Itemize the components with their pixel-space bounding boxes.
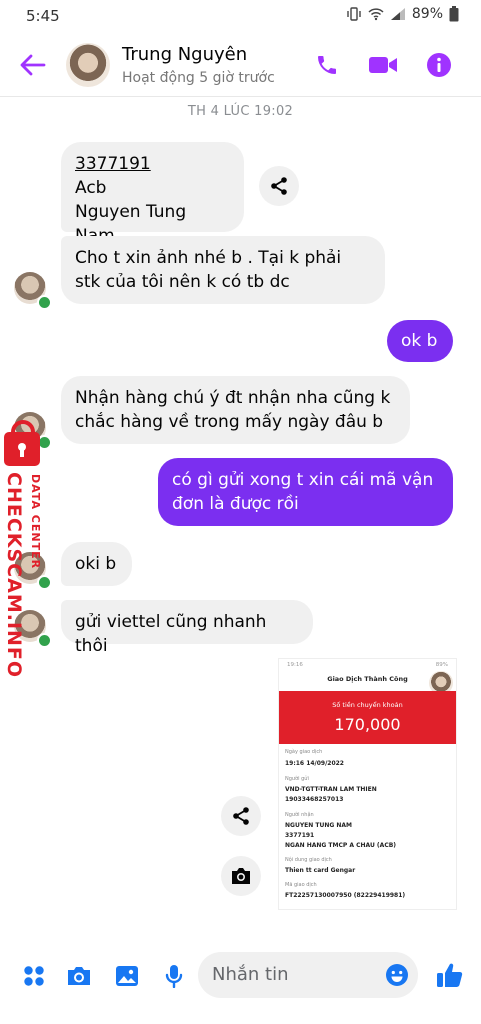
- signal-icon: [390, 8, 405, 20]
- thumbs-up-icon[interactable]: [434, 958, 466, 992]
- field-label: Người gửi: [285, 776, 309, 782]
- field-value: 19033468257013: [285, 796, 344, 803]
- field-label: Ngày giao dịch: [285, 749, 323, 755]
- message-bubble-incoming[interactable]: Nhận hàng chú ý đt nhận nha cũng k chắc …: [61, 376, 410, 444]
- message-text: gửi viettel cũng nhanh thôi: [75, 612, 267, 656]
- field-value: NGAN HANG TMCP A CHAU (ACB): [285, 842, 397, 849]
- status-time: 5:45: [26, 7, 60, 25]
- message-bubble-incoming[interactable]: oki b: [61, 542, 132, 586]
- lock-icon: [4, 420, 40, 466]
- share-icon: [271, 177, 287, 195]
- field-value: VND-TGTT-TRAN LAM THIEN: [285, 786, 377, 793]
- watermark: DATA CENTER CHECKSCAM.INFO: [0, 420, 52, 678]
- field-value: NGUYEN TUNG NAM: [285, 822, 353, 829]
- info-icon[interactable]: [424, 50, 454, 80]
- camera-reply-button[interactable]: [221, 856, 261, 896]
- contact-activity-status: Hoạt động 5 giờ trước: [122, 70, 275, 86]
- message-input-placeholder: Nhắn tin: [212, 964, 289, 985]
- video-call-icon[interactable]: [366, 50, 400, 80]
- phone-call-icon[interactable]: [312, 50, 342, 80]
- conversation-timestamp: TH 4 LÚC 19:02: [187, 104, 294, 119]
- microphone-icon[interactable]: [160, 962, 188, 990]
- receipt-status-time: 19:16: [287, 662, 303, 668]
- battery-percent: 89%: [411, 6, 443, 22]
- status-bar: 5:45 89%: [0, 0, 481, 32]
- message-line[interactable]: 3377191: [75, 152, 230, 176]
- camera-icon: [232, 868, 250, 884]
- wifi-icon: [368, 8, 384, 21]
- receipt-status-battery: 89%: [435, 662, 448, 668]
- emoji-icon[interactable]: [384, 962, 410, 988]
- message-bubble-incoming[interactable]: Cho t xin ảnh nhé b . Tại k phải stk của…: [61, 236, 385, 304]
- field-value: 19:16 14/09/2022: [285, 760, 344, 767]
- battery-icon: [449, 6, 459, 22]
- message-input[interactable]: Nhắn tin: [198, 952, 418, 998]
- contact-avatar[interactable]: [66, 43, 110, 87]
- share-image-button[interactable]: [221, 796, 261, 836]
- vibrate-icon: [347, 7, 361, 21]
- amount-value: 170,000: [334, 715, 401, 734]
- message-text: có gì gửi xong t xin cái mã vận đơn là đ…: [172, 470, 434, 514]
- field-value: 3377191: [285, 832, 315, 839]
- amount-label: Số tiền chuyển khoản: [332, 701, 403, 709]
- more-actions-icon[interactable]: [20, 962, 48, 990]
- message-text: Nhận hàng chú ý đt nhận nha cũng k chắc …: [75, 388, 391, 432]
- share-icon: [233, 807, 249, 825]
- online-indicator: [37, 295, 52, 310]
- message-text: Cho t xin ảnh nhé b . Tại k phải stk của…: [75, 248, 342, 292]
- field-label: Nội dung giao dịch: [285, 857, 332, 863]
- shared-image-transaction-receipt[interactable]: 19:16 89% Giao Dịch Thành Công Số tiền c…: [278, 658, 457, 910]
- field-label: Mã giao dịch: [285, 882, 317, 888]
- receipt-amount-banner: Số tiền chuyển khoản 170,000: [279, 691, 456, 744]
- field-value: Thien tt card Gengar: [285, 867, 356, 874]
- chat-header: Trung Nguyên Hoạt động 5 giờ trước: [0, 32, 481, 97]
- field-label: Người nhận: [285, 812, 314, 818]
- back-arrow-icon[interactable]: [18, 50, 48, 80]
- message-text: oki b: [75, 554, 117, 574]
- message-text: ok b: [401, 331, 438, 351]
- gallery-icon[interactable]: [112, 962, 142, 990]
- message-bubble-outgoing[interactable]: ok b: [387, 320, 453, 362]
- camera-icon[interactable]: [64, 962, 94, 990]
- message-bubble-incoming[interactable]: gửi viettel cũng nhanh thôi: [61, 600, 313, 656]
- field-value: FT22257130007950 (82229419981): [285, 892, 406, 899]
- watermark-line1: DATA CENTER: [29, 474, 42, 570]
- message-bubble-incoming[interactable]: 3377191 Acb Nguyen Tung Nam: [61, 142, 244, 246]
- message-bubble-outgoing[interactable]: có gì gửi xong t xin cái mã vận đơn là đ…: [158, 458, 453, 526]
- status-icons: 89%: [346, 6, 459, 22]
- watermark-line2: CHECKSCAM.INFO: [3, 472, 25, 679]
- message-line: Acb: [75, 178, 107, 198]
- share-button[interactable]: [259, 166, 299, 206]
- contact-name[interactable]: Trung Nguyên: [122, 44, 247, 65]
